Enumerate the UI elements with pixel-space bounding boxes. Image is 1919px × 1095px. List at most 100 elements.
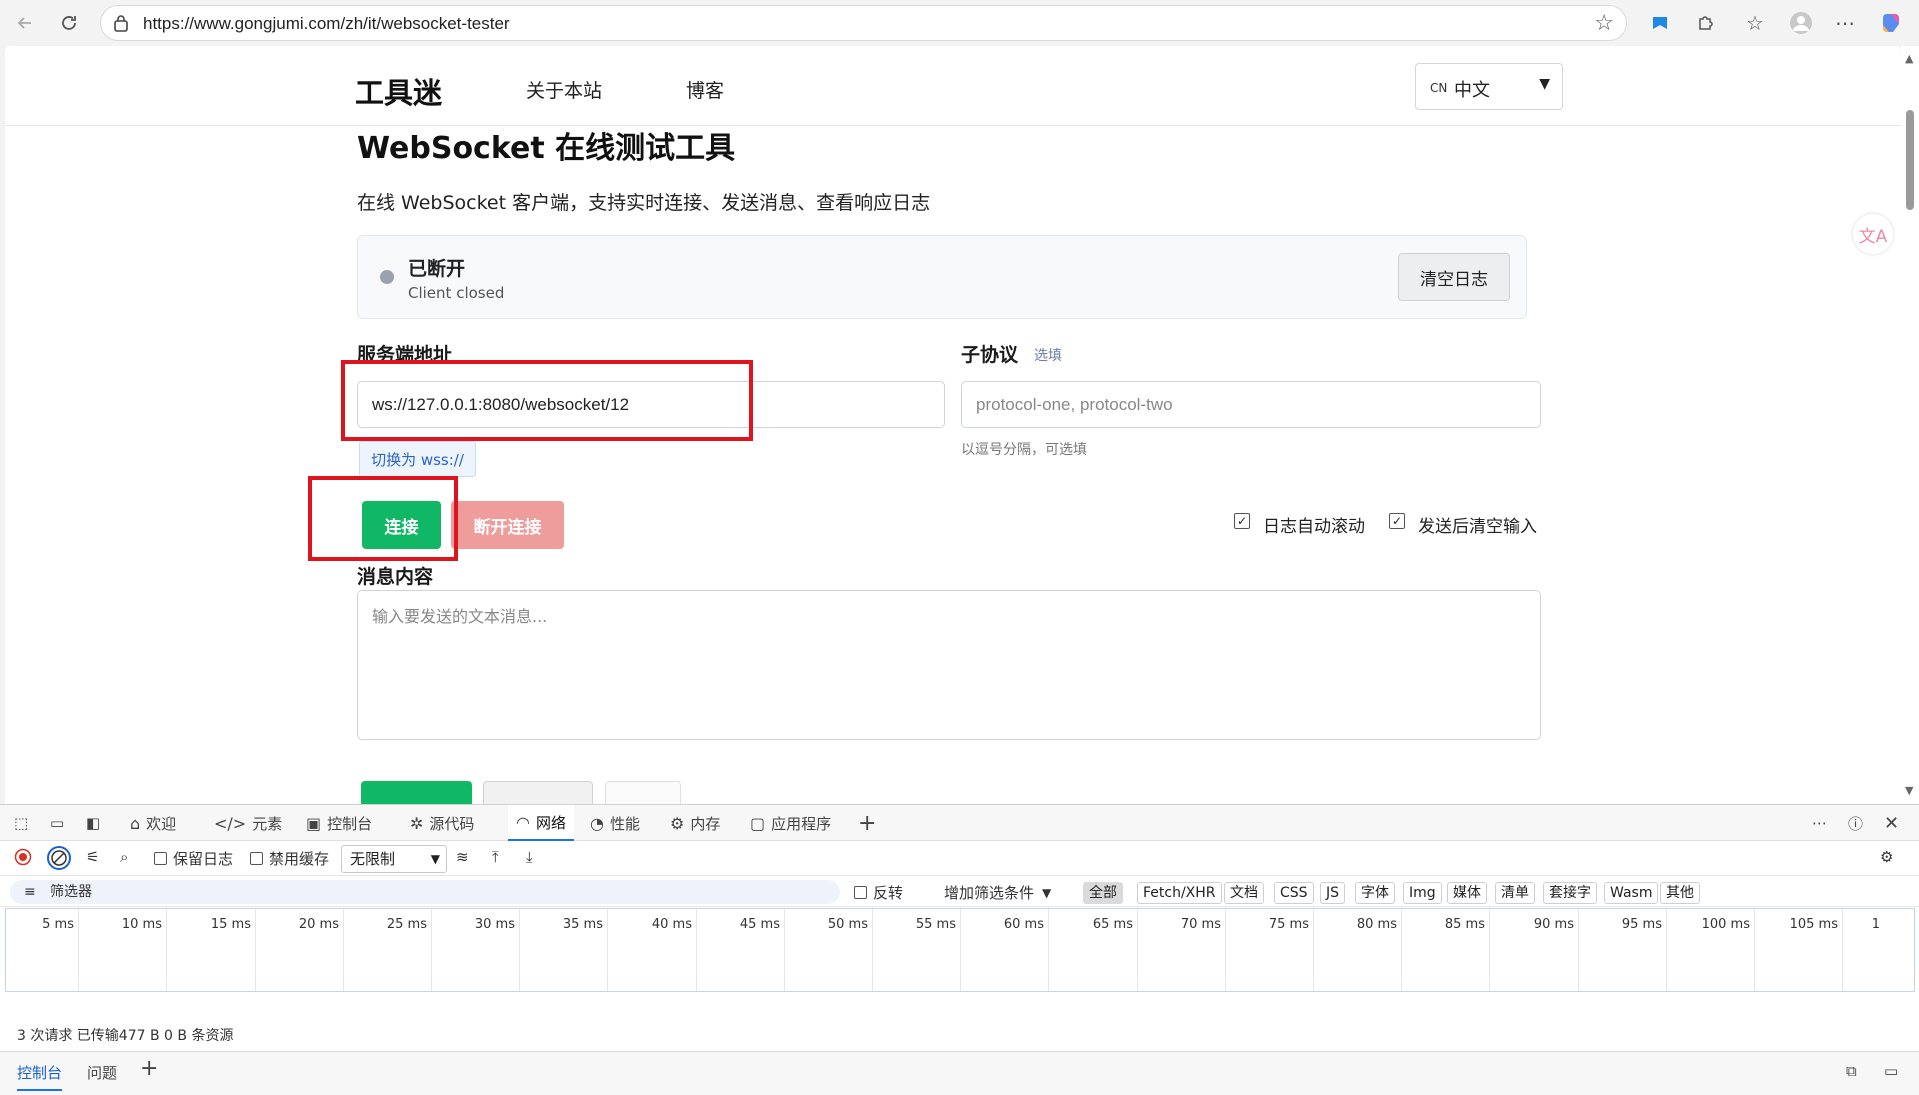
tab-performance[interactable]: ◔ 性能 <box>590 805 640 841</box>
tab-memory[interactable]: ⚙ 内存 <box>670 805 720 841</box>
filter-icon[interactable]: ⚟ <box>86 848 99 866</box>
language-select[interactable]: CN 中文 ▼ <box>1415 63 1563 110</box>
timeline-gridline <box>519 909 520 991</box>
more-filters-dropdown[interactable]: 增加筛选条件 ▼ <box>944 882 1051 903</box>
type-filter-wasm[interactable]: Wasm <box>1604 882 1659 904</box>
annotation-box-connect <box>308 476 458 561</box>
filter-input[interactable]: ≡ 筛选器 <box>10 880 840 904</box>
extensions-icon[interactable] <box>1690 8 1720 38</box>
reload-icon[interactable] <box>54 8 84 38</box>
page-subtitle: 在线 WebSocket 客户端，支持实时连接、发送消息、查看响应日志 <box>357 192 931 214</box>
tab-elements[interactable]: </> 元素 <box>214 805 282 841</box>
type-filter-socket[interactable]: 套接字 <box>1543 882 1597 904</box>
network-conditions-icon[interactable]: ≋ <box>456 848 469 866</box>
status-dot-icon <box>380 270 394 284</box>
drawer-dock-icon[interactable]: ⧉ <box>1846 1062 1857 1080</box>
import-har-icon[interactable]: ⤒ <box>492 848 499 866</box>
switch-wss-button[interactable]: 切换为 wss:// <box>359 441 476 477</box>
type-filter-other[interactable]: 其他 <box>1660 882 1700 904</box>
memory-icon: ⚙ <box>670 813 685 833</box>
search-icon[interactable]: ⌕ <box>120 848 128 866</box>
add-tab-icon[interactable]: + <box>858 805 876 841</box>
site-info-icon[interactable] <box>113 14 129 32</box>
bug-icon: ✲ <box>410 813 424 833</box>
clear-log-button[interactable]: 清空日志 <box>1398 253 1510 301</box>
message-textarea[interactable]: 输入要发送的文本消息... <box>357 590 1541 740</box>
type-filter-media[interactable]: 媒体 <box>1447 882 1487 904</box>
back-icon[interactable] <box>10 8 40 38</box>
message-label: 消息内容 <box>357 566 434 588</box>
caret-down-icon: ▼ <box>1042 885 1052 900</box>
drawer-tab-console[interactable]: 控制台 <box>17 1062 63 1091</box>
type-filter-font[interactable]: 字体 <box>1355 882 1395 904</box>
auto-scroll-checkbox[interactable]: ✓ <box>1234 513 1250 529</box>
device-emulation-icon[interactable]: ▭ <box>50 805 64 841</box>
nav-about[interactable]: 关于本站 <box>526 76 602 103</box>
record-icon[interactable] <box>14 848 32 866</box>
timeline-tick-label: 100 ms <box>1701 917 1750 932</box>
tab-console[interactable]: ▣ 控制台 <box>306 805 372 841</box>
clear-icon[interactable] <box>46 845 72 871</box>
type-filter-js[interactable]: JS <box>1320 882 1346 904</box>
inspect-icon[interactable]: ⬚ <box>14 805 28 841</box>
devtools-tab-bar: ⬚ ▭ ◧ ⌂ 欢迎 </> 元素 ▣ 控制台 ✲ 源代码 ◠ 网络 ◔ 性能 ⚙ 内存 ▢ 应… <box>0 805 1919 841</box>
page-scrollbar[interactable]: ▲ ▼ <box>1901 46 1919 804</box>
dock-icon[interactable]: ◧ <box>86 805 100 841</box>
send-button-partial[interactable] <box>361 781 472 804</box>
export-har-icon[interactable]: ⤓ <box>526 848 533 866</box>
settings-gear-icon[interactable]: ⚙ <box>1880 848 1893 866</box>
timeline-gridline <box>784 909 785 991</box>
wifi-icon: ◠ <box>516 812 530 832</box>
invert-toggle[interactable]: 反转 <box>854 882 903 903</box>
clear-after-send-checkbox[interactable]: ✓ <box>1389 513 1405 529</box>
disable-cache-toggle[interactable]: 禁用缓存 <box>250 848 329 869</box>
type-filter-img[interactable]: Img <box>1403 882 1442 904</box>
clear-button-partial[interactable] <box>605 781 681 804</box>
type-filter-fetch[interactable]: Fetch/XHR <box>1137 882 1222 904</box>
more-menu-icon[interactable]: ⋯ <box>1830 8 1860 38</box>
profile-avatar[interactable] <box>1786 8 1816 38</box>
timeline-tick-label: 15 ms <box>210 917 251 932</box>
type-filter-all[interactable]: 全部 <box>1083 882 1123 904</box>
type-filter-css[interactable]: CSS <box>1274 882 1314 904</box>
tab-sources[interactable]: ✲ 源代码 <box>410 805 474 841</box>
help-icon[interactable]: ⓘ <box>1848 805 1863 841</box>
invert-checkbox[interactable] <box>854 886 867 899</box>
type-filter-doc[interactable]: 文档 <box>1224 882 1264 904</box>
type-filter-manifest[interactable]: 清单 <box>1495 882 1535 904</box>
network-timeline-overview[interactable]: 5 ms 10 ms 15 ms 20 ms 25 ms 30 ms 35 ms 40 ms 4… <box>5 908 1915 992</box>
gauge-icon: ◔ <box>590 813 604 833</box>
preserve-log-toggle[interactable]: 保留日志 <box>154 848 233 869</box>
close-devtools-icon[interactable]: ✕ <box>1884 805 1899 841</box>
timeline-gridline <box>166 909 167 991</box>
drawer-collapse-icon[interactable]: ▭ <box>1884 1062 1898 1080</box>
tab-application[interactable]: ▢ 应用程序 <box>750 805 831 841</box>
preserve-log-checkbox[interactable] <box>154 852 167 865</box>
auto-scroll-label: 日志自动滚动 <box>1263 517 1365 537</box>
copilot-icon[interactable] <box>1876 8 1906 38</box>
timeline-gridline <box>255 909 256 991</box>
throttling-select[interactable]: 无限制 ▼ <box>341 845 447 873</box>
site-logo[interactable]: 工具迷 <box>355 70 442 112</box>
disconnect-button[interactable]: 断开连接 <box>451 501 564 549</box>
favorite-star-icon[interactable]: ☆ <box>1594 11 1614 36</box>
timeline-gridline <box>343 909 344 991</box>
nav-blog[interactable]: 博客 <box>686 76 724 103</box>
scrollbar-thumb[interactable] <box>1906 110 1914 210</box>
tab-network[interactable]: ◠ 网络 <box>508 805 574 841</box>
tab-welcome[interactable]: ⌂ 欢迎 <box>130 805 176 841</box>
load-example-button-partial[interactable] <box>483 781 593 804</box>
scroll-down-icon[interactable]: ▼ <box>1905 784 1913 797</box>
subprotocol-input[interactable]: protocol-one, protocol-two <box>961 381 1541 428</box>
drawer-add-icon[interactable]: + <box>140 1056 158 1081</box>
address-bar[interactable]: https://www.gongjumi.com/zh/it/websocket… <box>100 5 1627 41</box>
favorites-icon[interactable]: ☆ <box>1740 8 1770 38</box>
timeline-tick-label: 55 ms <box>915 917 956 932</box>
drawer-tab-issues[interactable]: 问题 <box>87 1062 117 1083</box>
site-header: 工具迷 关于本站 博客 CN 中文 ▼ <box>5 46 1901 126</box>
extension-bookmark-icon[interactable] <box>1645 8 1675 38</box>
more-options-icon[interactable]: ⋯ <box>1812 805 1827 841</box>
translate-float-icon[interactable]: 文A <box>1853 214 1893 254</box>
scroll-up-icon[interactable]: ▲ <box>1905 52 1913 65</box>
disable-cache-checkbox[interactable] <box>250 852 263 865</box>
